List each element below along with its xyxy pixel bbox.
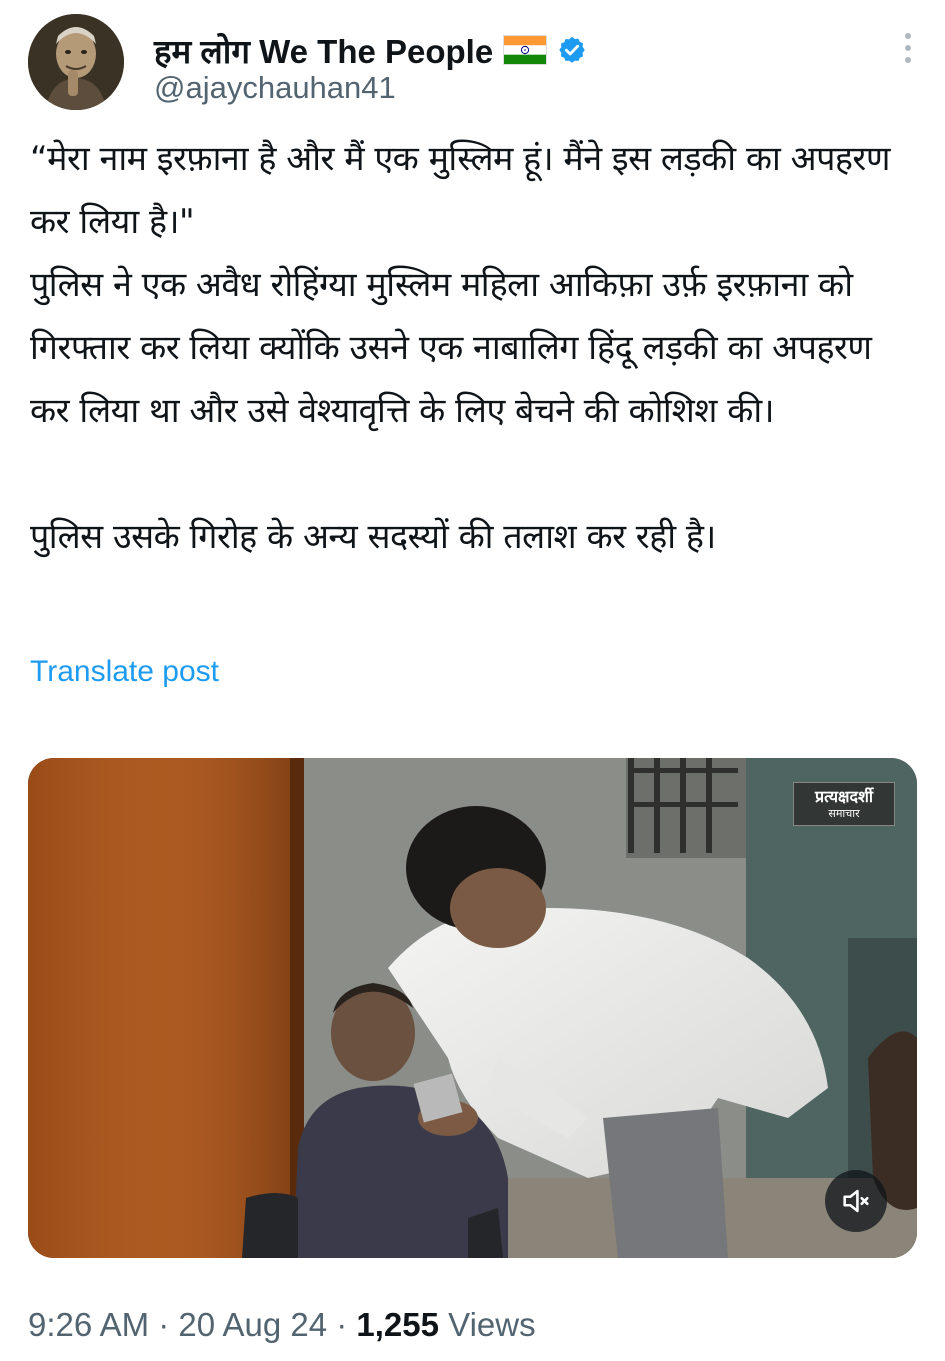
india-flag-icon — [503, 35, 548, 65]
post-date[interactable]: 20 Aug 24 — [178, 1306, 327, 1343]
more-options-icon[interactable] — [898, 28, 918, 68]
watermark-subtitle: समाचार — [828, 807, 860, 820]
translate-post-link[interactable]: Translate post — [30, 655, 219, 689]
tweet-paragraph-3: पुलिस उसके गिरोह के अन्य सदस्यों की तलाश… — [30, 517, 716, 557]
video-player[interactable]: प्रत्यक्षदर्शी समाचार — [28, 758, 917, 1258]
post-time[interactable]: 9:26 AM — [28, 1306, 149, 1343]
display-name[interactable]: हम लोग We The People — [154, 28, 493, 73]
watermark-title: प्रत्यक्षदर्शी — [814, 787, 874, 806]
avatar[interactable] — [28, 14, 124, 110]
news-watermark-logo: प्रत्यक्षदर्शी समाचार — [793, 782, 895, 826]
verified-badge-icon — [557, 35, 587, 65]
unmute-button[interactable] — [825, 1170, 887, 1232]
meta-separator: · — [327, 1306, 357, 1343]
tweet-text: “मेरा नाम इरफ़ाना है और मैं एक मुस्लिम ह… — [30, 128, 920, 569]
tweet-paragraph-1: “मेरा नाम इरफ़ाना है और मैं एक मुस्लिम ह… — [30, 139, 901, 242]
speaker-muted-icon — [843, 1189, 869, 1213]
avatar-portrait-icon — [28, 14, 124, 110]
video-frame-image — [28, 758, 917, 1258]
meta-separator: · — [149, 1306, 179, 1343]
tweet-paragraph-2: पुलिस ने एक अवैध रोहिंग्या मुस्लिम महिला… — [30, 265, 882, 431]
tweet-header: हम लोग We The People @ajaychauhan41 — [28, 14, 918, 110]
views-count: 1,255 — [356, 1306, 439, 1343]
tweet-meta: 9:26 AM · 20 Aug 24 · 1,255 Views — [28, 1306, 536, 1344]
views-label: Views — [438, 1306, 536, 1343]
user-handle[interactable]: @ajaychauhan41 — [154, 70, 396, 106]
name-row: हम लोग We The People — [154, 28, 587, 72]
